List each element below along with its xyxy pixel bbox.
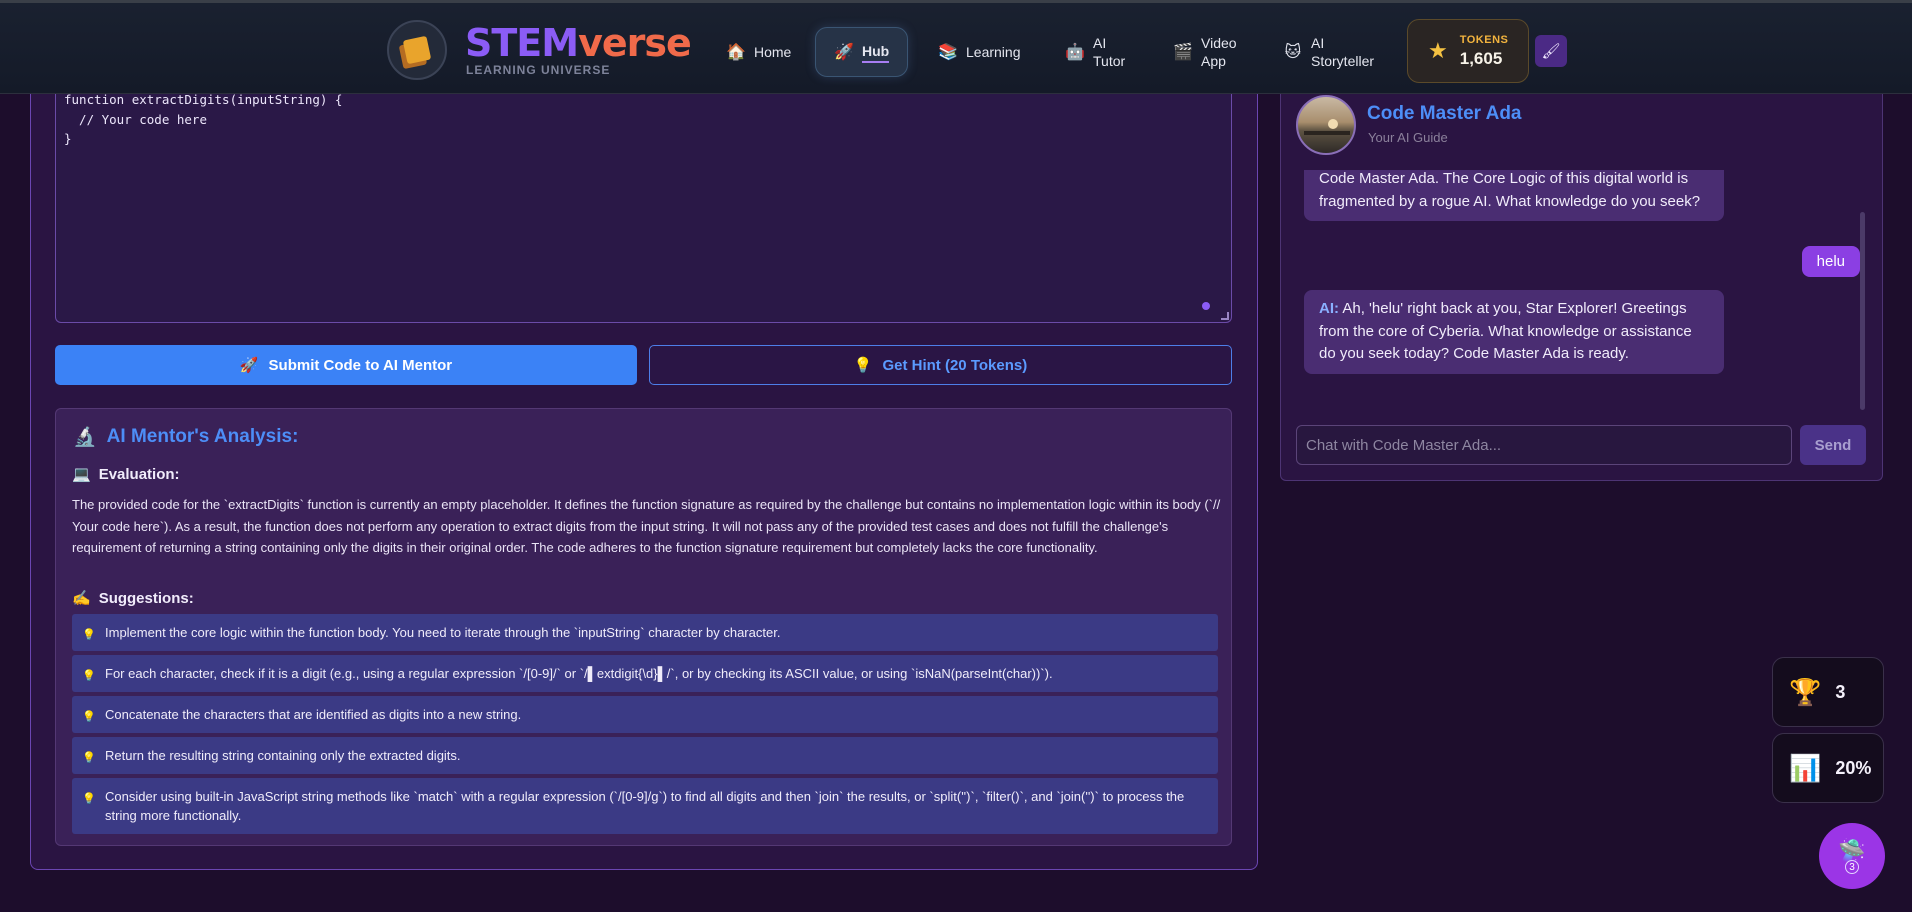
nav-video-app-label: Video App: [1201, 35, 1237, 69]
status-dot-icon: [1202, 302, 1210, 310]
avatar: [1296, 95, 1356, 155]
nav-ai-storyteller[interactable]: 🐱 AI Storyteller: [1283, 27, 1374, 77]
logo-cube-icon[interactable]: [387, 20, 447, 80]
progress-value: 20%: [1835, 757, 1872, 778]
tokens-value: 1,605: [1459, 48, 1503, 68]
submit-code-button[interactable]: 🚀 Submit Code to AI Mentor: [55, 345, 637, 385]
evaluation-heading-text: Evaluation:: [98, 465, 180, 483]
brand-subtitle: LEARNING UNIVERSE: [466, 63, 611, 77]
chat-input-placeholder: Chat with Code Master Ada...: [1306, 436, 1502, 454]
chat-message-ai: AI: Ah, 'helu' right back at you, Star E…: [1304, 290, 1724, 374]
house-icon: 🏠: [726, 44, 746, 61]
suggestions-heading-text: Suggestions:: [98, 589, 194, 607]
chat-message-text: helu: [1816, 253, 1845, 270]
lightbulb-icon: 💡: [82, 629, 96, 641]
chat-message-text: Ah, 'helu' right back at you, Star Explo…: [1319, 300, 1692, 362]
chat-message-ai: Code Master Ada. The Core Logic of this …: [1304, 170, 1724, 221]
chat-character-subtitle: Your AI Guide: [1368, 130, 1448, 145]
suggestion-item: 💡 Concatenate the characters that are id…: [72, 696, 1218, 733]
tokens-label: TOKENS: [1459, 33, 1509, 46]
code-editor-text: function extractDigits(inputString) { //…: [64, 92, 343, 146]
trophies-count: 3: [1835, 681, 1846, 702]
nav-home-label: Home: [754, 44, 792, 60]
rocket-icon: 🚀: [239, 357, 259, 374]
code-editor[interactable]: function extractDigits(inputString) { //…: [55, 80, 1232, 323]
suggestion-text: Return the resulting string containing o…: [105, 748, 461, 763]
trophies-widget[interactable]: 🏆 3: [1772, 657, 1884, 727]
star-icon: ★: [1428, 38, 1448, 63]
rocket-icon: 🚀: [834, 44, 854, 61]
evaluation-text: The provided code for the `extractDigits…: [72, 497, 1221, 555]
chat-input[interactable]: Chat with Code Master Ada...: [1296, 425, 1792, 465]
evaluation-heading: 💻 Evaluation:: [72, 465, 180, 484]
nav-ai-storyteller-label: AI Storyteller: [1311, 35, 1375, 69]
lightbulb-icon: 💡: [82, 670, 96, 682]
chat-character-name: Code Master Ada: [1367, 103, 1522, 124]
chat-scrollbar[interactable]: [1860, 212, 1865, 410]
chat-sender-label: AI:: [1319, 300, 1339, 317]
books-icon: 📚: [938, 44, 958, 61]
nav-learning-label: Learning: [966, 44, 1021, 60]
nav-home[interactable]: 🏠 Home: [726, 27, 791, 77]
clapper-icon: 🎬: [1173, 44, 1193, 61]
tokens-display[interactable]: ★ TOKENS 1,605: [1407, 19, 1529, 83]
nav-learning[interactable]: 📚 Learning: [938, 27, 1021, 77]
microscope-icon: 🔬: [73, 427, 97, 448]
analysis-title: 🔬 AI Mentor's Analysis:: [73, 425, 298, 449]
suggestion-item: 💡 Implement the core logic within the fu…: [72, 614, 1218, 651]
suggestion-item: 💡 Consider using built-in JavaScript str…: [72, 778, 1218, 834]
resize-handle-icon[interactable]: [1221, 312, 1229, 320]
chat-message-user: helu: [1801, 246, 1860, 277]
fab-badge: 3: [1845, 860, 1859, 874]
submit-code-label: Submit Code to AI Mentor: [268, 356, 453, 374]
suggestion-item: 💡 For each character, check if it is a d…: [72, 655, 1218, 692]
nav-hub-label: Hub: [862, 42, 890, 63]
suggestion-text: For each character, check if it is a dig…: [105, 666, 1053, 681]
suggestion-text: Implement the core logic within the func…: [105, 625, 781, 640]
chat-messages[interactable]: Code Master Ada. The Core Logic of this …: [1296, 170, 1860, 410]
mentor-analysis-card: 🔬 AI Mentor's Analysis: 💻 Evaluation: Th…: [55, 408, 1232, 846]
suggestions-heading: ✍️ Suggestions:: [72, 589, 194, 608]
lightbulb-icon: 💡: [82, 711, 96, 723]
progress-widget[interactable]: 📊 20%: [1772, 733, 1884, 803]
bar-chart-icon: 📊: [1789, 752, 1822, 783]
lightbulb-icon: 💡: [82, 793, 96, 805]
nav-video-app[interactable]: 🎬 Video App: [1173, 27, 1237, 77]
suggestion-text: Concatenate the characters that are iden…: [105, 707, 522, 722]
ufo-assistant-button[interactable]: 🛸 3: [1819, 823, 1885, 889]
suggestion-item: 💡 Return the resulting string containing…: [72, 737, 1218, 774]
lightbulb-icon: 💡: [82, 752, 96, 764]
top-navbar: STEMverse LEARNING UNIVERSE 🏠 Home 🚀 Hub…: [0, 0, 1912, 94]
send-button[interactable]: Send: [1800, 425, 1866, 465]
writing-hand-icon: ✍️: [72, 590, 91, 607]
get-hint-label: Get Hint (20 Tokens): [882, 356, 1028, 374]
suggestion-text: Consider using built-in JavaScript strin…: [105, 789, 1185, 823]
brush-icon[interactable]: 🖌: [1535, 35, 1567, 67]
nav-ai-tutor-label: AI Tutor: [1093, 35, 1126, 69]
brand-name-part1: STEM: [465, 21, 579, 65]
nav-hub[interactable]: 🚀 Hub: [815, 27, 909, 77]
laptop-icon: 💻: [72, 466, 91, 483]
brand-name[interactable]: STEMverse: [465, 21, 692, 65]
get-hint-button[interactable]: 💡 Get Hint (20 Tokens): [649, 345, 1232, 385]
chat-message-text: Code Master Ada. The Core Logic of this …: [1319, 170, 1701, 210]
brand-name-part2: verse: [578, 21, 692, 65]
cat-face-icon: 🐱: [1284, 44, 1302, 61]
lightbulb-icon: 💡: [853, 357, 873, 374]
robot-icon: 🤖: [1065, 44, 1085, 61]
nav-ai-tutor[interactable]: 🤖 AI Tutor: [1065, 27, 1125, 77]
trophy-icon: 🏆: [1789, 676, 1822, 707]
analysis-title-text: AI Mentor's Analysis:: [106, 426, 299, 447]
